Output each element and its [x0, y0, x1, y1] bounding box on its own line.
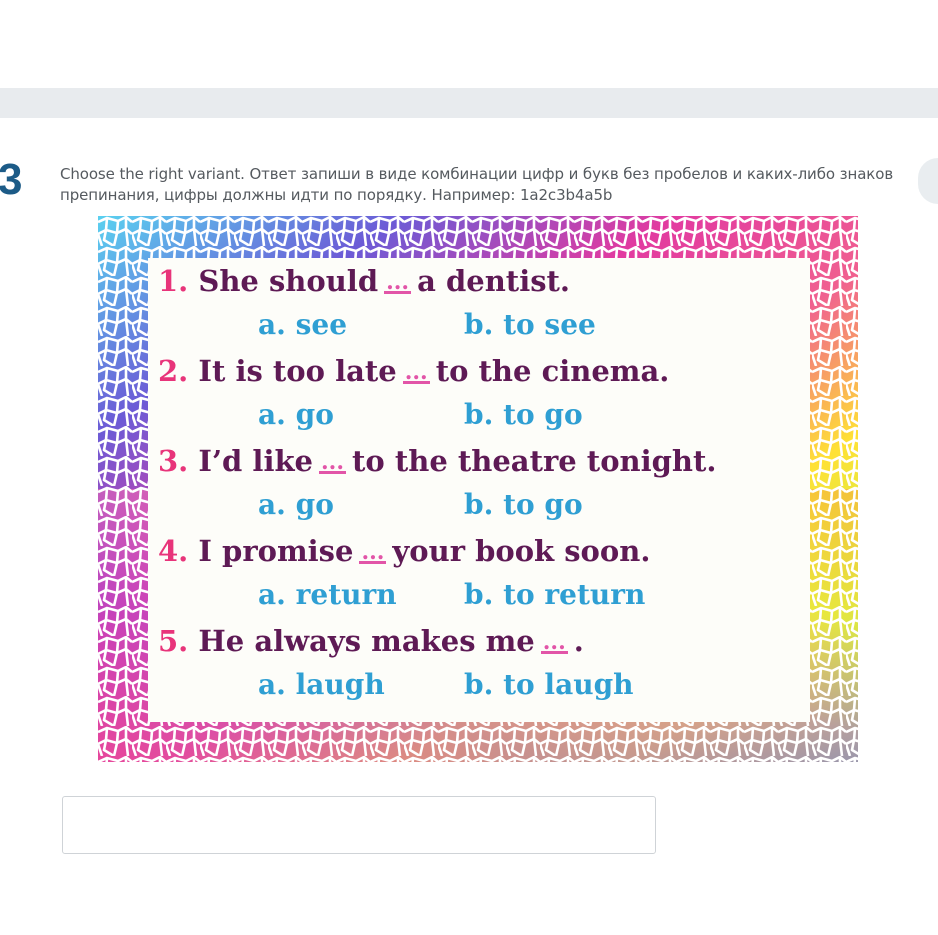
option-b: b. to go	[464, 488, 583, 521]
option-b: b. to return	[464, 578, 646, 611]
sentence-end: to the cinema.	[435, 354, 670, 388]
sentence-start: It is too late	[198, 354, 397, 388]
sentence-start: He always makes me	[198, 624, 535, 658]
option-a: a. go	[258, 398, 334, 431]
sentence-start: I’d like	[198, 444, 314, 478]
item-number: 3.	[158, 444, 189, 478]
option-a: a. return	[258, 578, 397, 611]
answer-blank: ...	[359, 539, 387, 565]
item-number: 4.	[158, 534, 189, 568]
answer-blank: ...	[319, 449, 346, 475]
exercise-item-4: 4. I promise... your book soon.	[158, 534, 650, 568]
sentence-end: to the theatre tonight.	[352, 444, 717, 478]
question-number: 3	[0, 155, 23, 204]
sentence-start: I promise	[198, 534, 354, 568]
item-number: 5.	[158, 624, 189, 658]
option-a: a. go	[258, 488, 334, 521]
sentence-end: a dentist.	[417, 264, 571, 298]
quiz-page: 3 Choose the right variant. Ответ запиши…	[0, 0, 938, 935]
exercise-card: 1. She should... a dentist. a. see b. to …	[148, 258, 810, 722]
option-b: b. to see	[464, 308, 596, 341]
answer-blank: ...	[384, 269, 412, 295]
exercise-item-2: 2. It is too late... to the cinema.	[158, 354, 669, 388]
sentence-start: She should	[198, 264, 379, 298]
answer-blank: ...	[540, 629, 568, 655]
answer-blank: ...	[402, 359, 430, 385]
top-bar	[0, 88, 938, 118]
sentence-end: your book soon.	[392, 534, 651, 568]
exercise-item-1: 1. She should... a dentist.	[158, 264, 570, 298]
exercise-item-3: 3. I’d like... to the theatre tonight.	[158, 444, 717, 478]
question-instruction: Choose the right variant. Ответ запиши в…	[60, 165, 894, 204]
option-b: b. to go	[464, 398, 583, 431]
exercise-image: 1. She should... a dentist. a. see b. to …	[98, 216, 858, 762]
option-a: a. see	[258, 308, 348, 341]
item-number: 2.	[158, 354, 189, 388]
exercise-item-5: 5. He always makes me....	[158, 624, 584, 658]
option-b: b. to laugh	[464, 668, 634, 701]
side-nav-bubble[interactable]	[918, 158, 938, 204]
sentence-end: .	[573, 624, 584, 658]
item-number: 1.	[158, 264, 189, 298]
option-a: a. laugh	[258, 668, 385, 701]
answer-input[interactable]	[62, 796, 656, 854]
